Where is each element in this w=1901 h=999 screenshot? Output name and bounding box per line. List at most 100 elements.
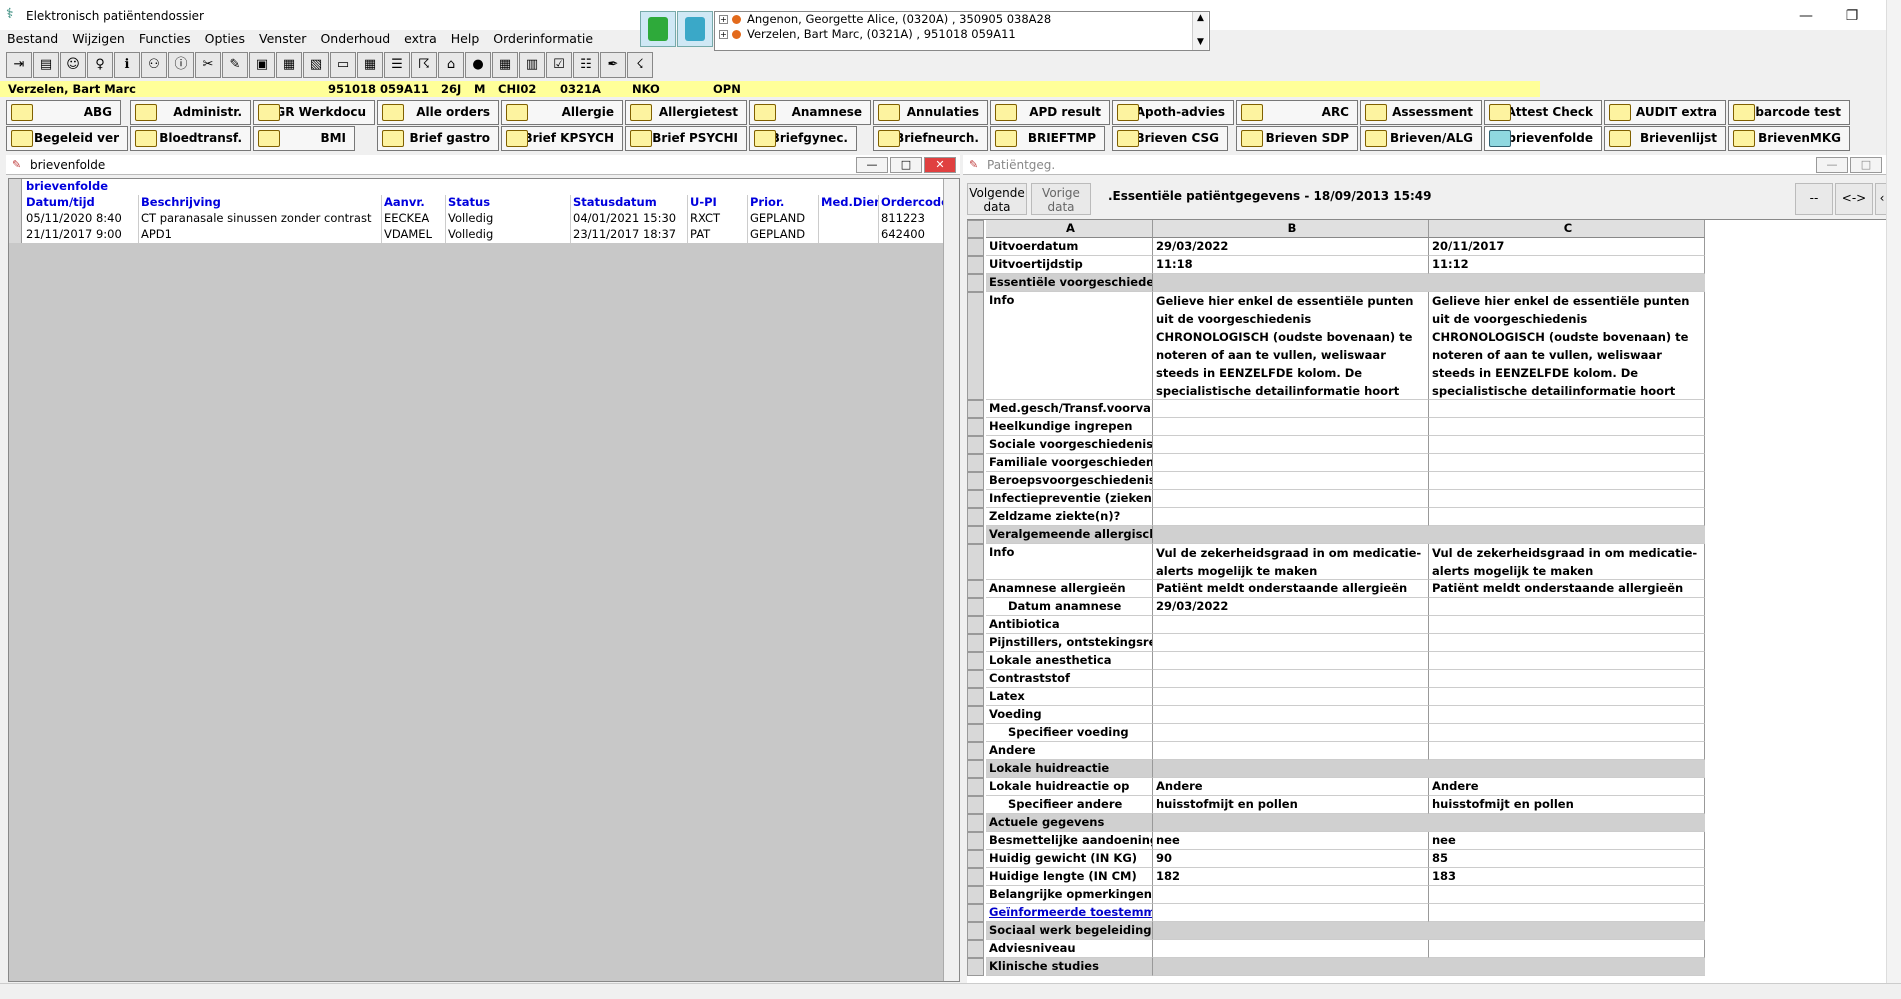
- expand-columns-button[interactable]: <->: [1835, 183, 1873, 215]
- horizontal-scrollbar[interactable]: [0, 983, 1901, 999]
- tab-brievenlijst[interactable]: Brievenlijst: [1604, 126, 1726, 151]
- grid-row[interactable]: Belangrijke opmerkingen: [967, 886, 1707, 904]
- panel-maximize-button[interactable]: □: [890, 157, 922, 173]
- patient-list-scrollbar[interactable]: ▲ ▼: [1192, 12, 1208, 50]
- row-selector[interactable]: [967, 598, 984, 616]
- tab-administr[interactable]: Administr.: [130, 100, 251, 125]
- col-meddien[interactable]: Med.Dien: [819, 195, 879, 211]
- grid-row[interactable]: Antibiotica: [967, 616, 1707, 634]
- graph-icon[interactable]: ☇: [627, 52, 653, 78]
- patient-info-icon[interactable]: ⓘ: [168, 52, 194, 78]
- row-selector[interactable]: [967, 922, 984, 940]
- patient-list[interactable]: + Angenon, Georgette Alice, (0320A) , 350…: [714, 11, 1210, 51]
- tab-anamnese[interactable]: Anamnese: [749, 100, 871, 125]
- grid-row[interactable]: Zeldzame ziekte(n)?: [967, 508, 1707, 526]
- tab-brieven-alg[interactable]: Brieven/ALG: [1360, 126, 1482, 151]
- row-selector[interactable]: [967, 544, 984, 580]
- next-data-button[interactable]: Volgende data: [967, 183, 1027, 215]
- row-selector[interactable]: [967, 508, 984, 526]
- tab-bmi[interactable]: BMI: [253, 126, 355, 151]
- tab-allergie[interactable]: Allergie: [501, 100, 623, 125]
- grid-icon[interactable]: ▦: [357, 52, 383, 78]
- expand-icon[interactable]: +: [719, 15, 728, 24]
- grid-row[interactable]: Voeding: [967, 706, 1707, 724]
- grid-row[interactable]: Med.gesch/Transf.voorval: [967, 400, 1707, 418]
- grid-row[interactable]: Sociale voorgeschiedenis: [967, 436, 1707, 454]
- tab-agr-werkdocu[interactable]: AGR Werkdocu: [253, 100, 375, 125]
- row-selector[interactable]: [967, 904, 984, 922]
- grid-row[interactable]: Infectiepreventie (ziekenhuis: [967, 490, 1707, 508]
- menu-venster[interactable]: Venster: [252, 30, 313, 48]
- tab-brief-gastro[interactable]: Brief gastro: [377, 126, 499, 151]
- row-selector[interactable]: [967, 526, 984, 544]
- row-selector[interactable]: [967, 436, 984, 454]
- tab-barcode-test[interactable]: barcode test: [1728, 100, 1850, 125]
- home-icon[interactable]: ⌂: [438, 52, 464, 78]
- list-icon[interactable]: ☰: [384, 52, 410, 78]
- grid-row[interactable]: Klinische studies: [967, 958, 1707, 976]
- grid-row[interactable]: Veralgemeende allergische r: [967, 526, 1707, 544]
- row-selector[interactable]: [967, 580, 984, 598]
- grid-row[interactable]: Specifieer andere huisstofmijt en pollen h…: [967, 796, 1707, 814]
- row-selector[interactable]: [967, 760, 984, 778]
- col-prior[interactable]: Prior.: [748, 195, 819, 211]
- row-selector[interactable]: [967, 274, 984, 292]
- row-selector[interactable]: [967, 616, 984, 634]
- tools-icon[interactable]: ✂: [195, 52, 221, 78]
- col-upi[interactable]: U-PI: [688, 195, 748, 211]
- grid-row[interactable]: Specifieer voeding: [967, 724, 1707, 742]
- tab-annulaties[interactable]: Annulaties: [873, 100, 988, 125]
- grid-header[interactable]: ABC: [967, 220, 1707, 238]
- row-selector[interactable]: [967, 418, 984, 436]
- pills-icon[interactable]: ●: [465, 52, 491, 78]
- tab-brievenmkg[interactable]: BrievenMKG: [1728, 126, 1850, 151]
- menu-onderhoud[interactable]: Onderhoud: [313, 30, 397, 48]
- grid-row[interactable]: Essentiële voorgeschiedenis: [967, 274, 1707, 292]
- menu-help[interactable]: Help: [444, 30, 487, 48]
- menu-wijzigen[interactable]: Wijzigen: [65, 30, 132, 48]
- minimize-button[interactable]: —: [1786, 4, 1826, 28]
- tab-audit-extra[interactable]: AUDIT extra: [1604, 100, 1726, 125]
- tab-attest-check[interactable]: Attest Check: [1484, 100, 1602, 125]
- grid-row[interactable]: Sociaal werk begeleidingsad: [967, 922, 1707, 940]
- tab-brief-kpsych[interactable]: Brief KPSYCH: [501, 126, 623, 151]
- grid-row[interactable]: Info Vul de zekerheidsgraad in om medicat…: [967, 544, 1707, 580]
- col-aanvr[interactable]: Aanvr.: [382, 195, 446, 211]
- tab-brieven-csg[interactable]: Brieven CSG: [1112, 126, 1228, 151]
- row-selector[interactable]: [967, 850, 984, 868]
- menu-opties[interactable]: Opties: [198, 30, 252, 48]
- grid-row[interactable]: Andere: [967, 742, 1707, 760]
- collapse-button[interactable]: --: [1795, 183, 1833, 215]
- tab-apoth-advies[interactable]: Apoth-advies: [1112, 100, 1234, 125]
- panel-minimize-button[interactable]: —: [1816, 157, 1848, 173]
- chart-icon[interactable]: ☈: [411, 52, 437, 78]
- grid-row[interactable]: Uitvoertijdstip 11:18 11:12: [967, 256, 1707, 274]
- document-icon[interactable]: ▭: [330, 52, 356, 78]
- tab-allergietest[interactable]: Allergietest: [625, 100, 747, 125]
- panel-maximize-button[interactable]: □: [1850, 157, 1882, 173]
- grid-row[interactable]: Pijnstillers, ontstekingsremme: [967, 634, 1707, 652]
- table-icon[interactable]: ▥: [519, 52, 545, 78]
- row-selector[interactable]: [967, 454, 984, 472]
- row-selector[interactable]: [967, 292, 984, 400]
- row-selector[interactable]: [967, 814, 984, 832]
- tab-briefneurch[interactable]: Briefneurch.: [873, 126, 988, 151]
- col-statusdatum[interactable]: Statusdatum: [571, 195, 688, 211]
- notes-icon[interactable]: ☷: [573, 52, 599, 78]
- left-vertical-scrollbar[interactable]: [943, 179, 959, 981]
- previous-data-button[interactable]: Vorige data: [1031, 183, 1091, 215]
- row-selector[interactable]: [967, 670, 984, 688]
- next-patient-button[interactable]: [677, 11, 713, 47]
- grid-row[interactable]: Lokale huidreactie op Andere Andere: [967, 778, 1707, 796]
- restore-button[interactable]: ❐: [1832, 4, 1872, 28]
- tab-apd-result[interactable]: APD result: [990, 100, 1110, 125]
- scan-icon[interactable]: ▧: [303, 52, 329, 78]
- grid-row[interactable]: Uitvoerdatum 29/03/2022 20/11/2017: [967, 238, 1707, 256]
- row-selector[interactable]: [967, 796, 984, 814]
- row-selector[interactable]: [967, 778, 984, 796]
- menu-functies[interactable]: Functies: [132, 30, 198, 48]
- calendar-icon[interactable]: ▦: [492, 52, 518, 78]
- grid-row[interactable]: Besmettelijke aandoeningenneenee: [967, 832, 1707, 850]
- tab-bloedtransf[interactable]: Bloedtransf.: [130, 126, 251, 151]
- grid-row[interactable]: Contraststof: [967, 670, 1707, 688]
